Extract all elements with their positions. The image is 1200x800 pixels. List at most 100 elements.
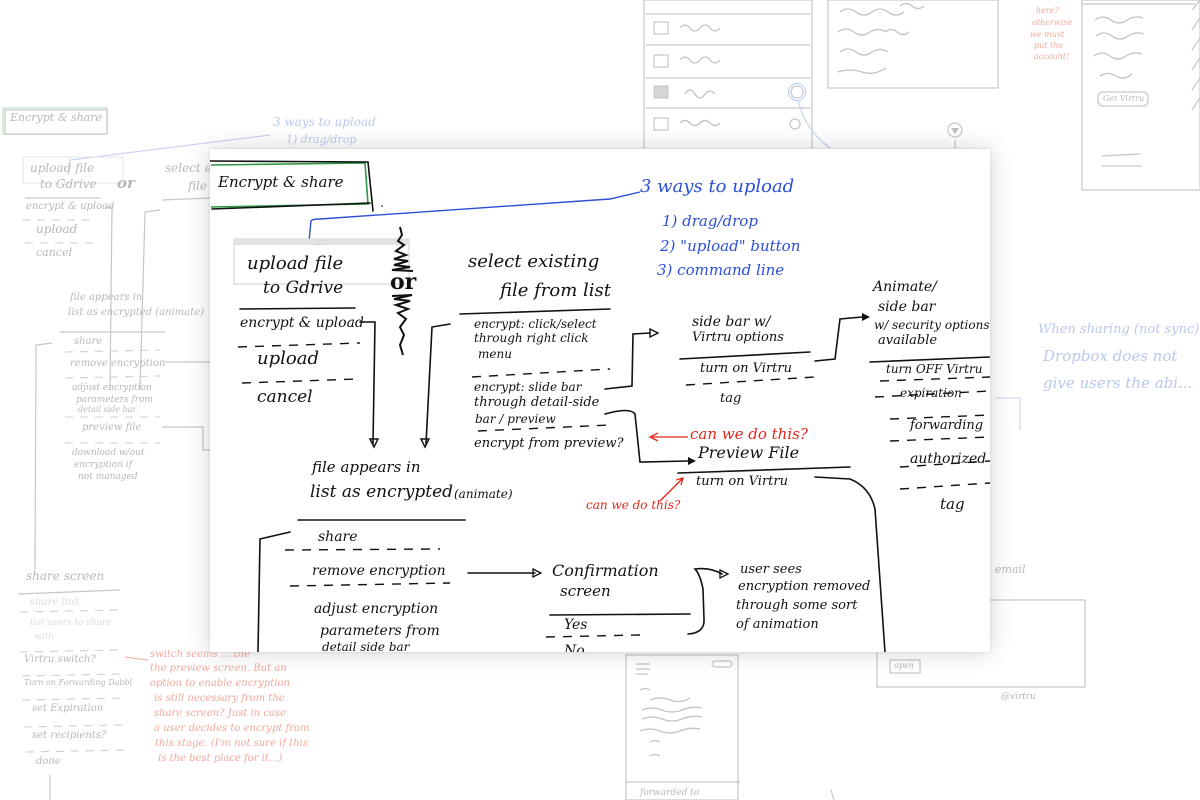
main-sketch-card: .... Encrypt & share 3 ways to upload 1)… (210, 149, 990, 652)
select-option-preview[interactable]: encrypt from preview? (474, 436, 623, 452)
bg-blue-note-line: Dropbox does not (1043, 347, 1178, 365)
upload-box-title: upload file (247, 253, 344, 274)
bg-upload-note-heading: 3 ways to upload (273, 115, 376, 129)
bg-upload-option: encrypt & upload (26, 201, 115, 212)
select-option-right-click[interactable]: menu (478, 347, 512, 362)
preview-box-title: Preview File (698, 443, 800, 462)
bg-share-option: Turn on Forwarding Dabbl (24, 678, 133, 687)
bg-forwarded-label: forwarded to (640, 788, 700, 798)
bg-get-virtru-button: Get Virtru (1103, 94, 1145, 103)
bg-upload-option: upload (36, 222, 78, 236)
upload-option-cancel[interactable]: cancel (257, 387, 313, 408)
bg-encrypted-option: remove encryption (70, 358, 166, 369)
security-option-forwarding[interactable]: forwarding (910, 418, 983, 434)
bg-red-note-line: is still necessary from the (154, 693, 285, 704)
bg-encrypted-option: parameters from (76, 395, 153, 405)
bg-share-option: set recipients? (32, 730, 107, 741)
bg-top-red-note-line: account! (1034, 52, 1070, 61)
sketch-title: Encrypt & share (218, 173, 344, 191)
encrypted-option-adjust[interactable]: detail side bar (322, 640, 409, 652)
result-note-line: of animation (736, 617, 819, 632)
bg-red-note-line: share screen? Just in case (154, 708, 286, 719)
bg-encrypted-option: encryption if (74, 460, 133, 470)
encrypted-box-title: file appears in (312, 458, 421, 476)
upload-option-encrypt[interactable]: encrypt & upload (240, 315, 364, 331)
bg-encrypted-option: download w/out (72, 448, 145, 458)
bg-share-option: share link (30, 597, 81, 608)
upload-option-upload[interactable]: upload (257, 348, 319, 370)
select-box-title: file from list (500, 280, 612, 301)
bg-red-note-line: a user decides to encrypt from (154, 723, 310, 734)
bg-or-label: or (117, 174, 135, 192)
security-option-turn-off[interactable]: turn OFF Virtru (886, 362, 982, 377)
bg-top-red-note-line: put the (1034, 41, 1064, 50)
red-question-note: can we do this? (586, 498, 681, 512)
or-label: or (390, 269, 417, 295)
bg-share-option: set Expiration (32, 703, 104, 714)
bg-virtru-label: @virtru (1001, 692, 1036, 702)
bg-share-option: Virtru switch? (24, 654, 96, 665)
confirmation-title: screen (560, 582, 611, 600)
upload-way-item: 2) "upload" button (660, 237, 801, 255)
select-option-slide-bar[interactable]: encrypt: slide bar (474, 380, 581, 395)
bg-share-option: done (36, 756, 61, 767)
security-option-authorized[interactable]: authorized (910, 451, 986, 467)
select-box-title: select existing (468, 251, 600, 272)
bg-upload-note-item: 1) drag/drop (286, 133, 357, 146)
select-option-slide-bar[interactable]: through detail-side (474, 395, 599, 411)
security-option-expiration[interactable]: expiration (900, 386, 962, 401)
security-title: available (878, 333, 938, 348)
side-bar-title: side bar w/ (692, 314, 771, 330)
result-note-line: user sees (740, 562, 802, 577)
bg-red-note-line: the preview screen. But an (150, 663, 287, 674)
encrypted-option-adjust[interactable]: adjust encryption (314, 601, 438, 617)
upload-way-item: 3) command line (657, 261, 785, 279)
select-option-right-click[interactable]: encrypt: click/select (474, 317, 597, 332)
side-bar-option-tag[interactable]: tag (720, 391, 741, 407)
bg-share-option: with (34, 632, 54, 642)
bg-open-button: open (894, 661, 914, 670)
upload-way-item: 1) drag/drop (662, 212, 758, 230)
bg-title: Encrypt & share (10, 111, 103, 124)
preview-option-turn-on[interactable]: turn on Virtru (696, 474, 788, 490)
bg-select-title-2: file (188, 179, 207, 193)
upload-ways-heading: 3 ways to upload (640, 176, 795, 197)
encrypted-option-adjust[interactable]: parameters from (320, 623, 440, 639)
bg-upload-title-2: to Gdrive (40, 177, 97, 191)
svg-text:....: .... (314, 240, 322, 247)
encrypted-box-title: list as encrypted (310, 482, 454, 502)
bg-top-red-note-line: otherwise (1032, 18, 1072, 27)
bg-red-note-line: option to enable encryption (150, 678, 290, 689)
bg-red-note-line: this stage. (I'm not sure if this (155, 738, 308, 749)
bg-encrypted-option: not managed (78, 472, 138, 482)
security-title: Animate/ (873, 279, 937, 295)
confirmation-option-no[interactable]: No (564, 643, 585, 652)
upload-box-title: to Gdrive (263, 278, 344, 298)
encrypted-option-share[interactable]: share (318, 529, 358, 545)
security-title: side bar (878, 299, 936, 315)
bg-share-option: list users to share (30, 618, 112, 628)
select-option-slide-bar[interactable]: bar / preview (475, 412, 556, 427)
bg-top-red-note-line: we must (1030, 30, 1065, 39)
bg-blue-note-line: When sharing (not sync) (1038, 322, 1200, 337)
select-option-right-click[interactable]: through right click (474, 331, 588, 346)
bg-share-screen-title: share screen (26, 569, 105, 583)
result-note-line: encryption removed (738, 579, 871, 594)
red-question-note: can we do this? (690, 425, 808, 443)
bg-red-note-line: is the best place for it...) (158, 753, 283, 764)
security-title: w/ security options (874, 318, 990, 332)
bg-encrypted-option: share (74, 336, 103, 347)
bg-encrypted-line: file appears in (70, 292, 143, 303)
result-note-line: through some sort (736, 598, 858, 613)
security-option-tag[interactable]: tag (940, 495, 965, 513)
bg-upload-option: cancel (36, 246, 72, 259)
side-bar-option-turn-on[interactable]: turn on Virtru (700, 361, 792, 377)
bg-blue-note-line: give users the abi... (1043, 374, 1193, 392)
bg-encrypted-option: adjust encryption (72, 383, 152, 393)
bg-encrypted-option: detail side bar (78, 405, 137, 414)
confirmation-option-yes[interactable]: Yes (564, 617, 588, 633)
confirmation-title: Confirmation (552, 561, 659, 580)
side-bar-title: Virtru options (692, 330, 784, 345)
encrypted-option-remove[interactable]: remove encryption (312, 563, 446, 579)
bg-encrypted-line: list as encrypted (animate) (68, 307, 205, 318)
